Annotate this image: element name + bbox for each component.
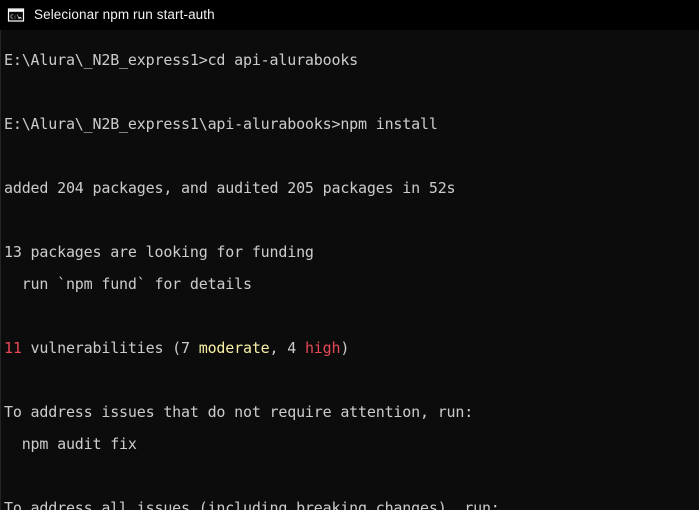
title-bar[interactable]: C:\. Selecionar npm run start-auth (0, 0, 699, 30)
terminal-text-segment: E:\Alura\_N2B_express1>cd api-alurabooks (4, 51, 359, 69)
terminal-text-segment: E:\Alura\_N2B_express1\api-alurabooks>np… (4, 115, 438, 133)
terminal-window: C:\. Selecionar npm run start-auth E:\Al… (0, 0, 699, 510)
terminal-line: 11 vulnerabilities (7 moderate, 4 high) (4, 332, 699, 364)
terminal-output-area[interactable]: E:\Alura\_N2B_express1>cd api-alurabooks… (0, 30, 699, 510)
terminal-text-segment: run `npm fund` for details (4, 275, 252, 293)
terminal-text-segment: vulnerabilities (7 (21, 339, 199, 357)
left-edge-divider (0, 30, 1, 510)
terminal-text-segment: 11 (4, 339, 22, 357)
cmd-prompt-icon: C:\. (7, 6, 25, 24)
terminal-line: 13 packages are looking for funding (4, 236, 699, 268)
terminal-line: npm audit fix (4, 428, 699, 460)
terminal-text-segment: To address issues that do not require at… (4, 403, 474, 421)
terminal-line: E:\Alura\_N2B_express1>cd api-alurabooks (4, 44, 699, 76)
window-title: Selecionar npm run start-auth (34, 7, 215, 22)
terminal-line: To address issues that do not require at… (4, 396, 699, 428)
terminal-line: run `npm fund` for details (4, 268, 699, 300)
terminal-text-segment: moderate (198, 339, 270, 357)
terminal-screen: E:\Alura\_N2B_express1>cd api-alurabooks… (4, 44, 699, 510)
terminal-text-segment: npm audit fix (4, 435, 137, 453)
terminal-text-segment: , 4 (269, 339, 305, 357)
terminal-text-segment: To address all issues (including breakin… (4, 499, 500, 510)
terminal-text-segment: added 204 packages, and audited 205 pack… (4, 179, 456, 197)
terminal-line: added 204 packages, and audited 205 pack… (4, 172, 699, 204)
terminal-text-segment: 13 packages are looking for funding (4, 243, 314, 261)
terminal-text-segment: high (304, 339, 341, 357)
terminal-line: E:\Alura\_N2B_express1\api-alurabooks>np… (4, 108, 699, 140)
terminal-text-segment: ) (340, 339, 350, 357)
svg-text:C:\.: C:\. (10, 15, 23, 21)
terminal-line: To address all issues (including breakin… (4, 492, 699, 510)
